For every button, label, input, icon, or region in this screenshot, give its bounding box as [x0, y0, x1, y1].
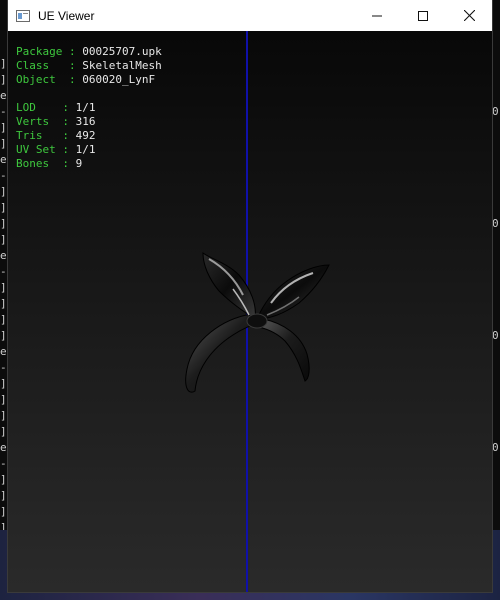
verts-value: 316: [75, 115, 96, 128]
package-label: Package: [16, 45, 63, 58]
object-label: Object: [16, 73, 56, 86]
lod-row: LOD : 1/1: [16, 101, 96, 114]
uvset-label: UV Set: [16, 143, 56, 156]
bow-knot-shape: [246, 313, 268, 329]
app-window-icon[interactable]: [16, 9, 30, 22]
bones-label: Bones: [16, 157, 50, 170]
class-row: Class : SkeletalMesh: [16, 59, 162, 72]
uvset-value: 1/1: [75, 143, 96, 156]
bones-row: Bones : 9: [16, 157, 83, 170]
minimize-icon: [372, 15, 382, 16]
left-ear-shape: [202, 252, 256, 320]
3d-viewport[interactable]: Package : 00025707.upk Class : SkeletalM…: [8, 31, 492, 592]
maximize-button[interactable]: [400, 0, 446, 31]
verts-label: Verts: [16, 115, 50, 128]
tris-label: Tris: [16, 129, 43, 142]
headband-right-shape: [258, 318, 310, 382]
title-bar[interactable]: UE Viewer: [8, 0, 492, 31]
close-button[interactable]: [446, 0, 492, 31]
headband-shape: [185, 313, 260, 393]
tris-value: 492: [75, 129, 96, 142]
class-label: Class: [16, 59, 50, 72]
maximize-icon: [418, 10, 428, 21]
window-controls: [354, 0, 492, 31]
background-console-left-edge: ] ] e - ] ] e - ] ] ] ] e - ] ] ] ] e - …: [0, 57, 7, 582]
skeletal-mesh-render[interactable]: [173, 219, 343, 399]
verts-row: Verts : 316: [16, 115, 96, 128]
lod-label: LOD: [16, 101, 36, 114]
ue-viewer-window: UE Viewer Package : 00025707.upk Class :…: [8, 0, 492, 592]
mesh-info-panel: Package : 00025707.upk Class : SkeletalM…: [16, 45, 162, 171]
close-icon: [463, 10, 475, 21]
class-value: SkeletalMesh: [82, 59, 162, 72]
package-row: Package : 00025707.upk: [16, 45, 162, 58]
right-ear-shape: [256, 264, 330, 320]
tris-row: Tris : 492: [16, 129, 96, 142]
object-value: 060020_LynF: [82, 73, 156, 86]
package-value: 00025707.upk: [82, 45, 162, 58]
minimize-button[interactable]: [354, 0, 400, 31]
uvset-row: UV Set : 1/1: [16, 143, 96, 156]
object-row: Object : 060020_LynF: [16, 73, 156, 86]
window-title: UE Viewer: [38, 8, 95, 23]
background-console-right-edge: 0 0 0 0: [492, 105, 499, 454]
lod-value: 1/1: [75, 101, 96, 114]
bones-value: 9: [75, 157, 83, 170]
